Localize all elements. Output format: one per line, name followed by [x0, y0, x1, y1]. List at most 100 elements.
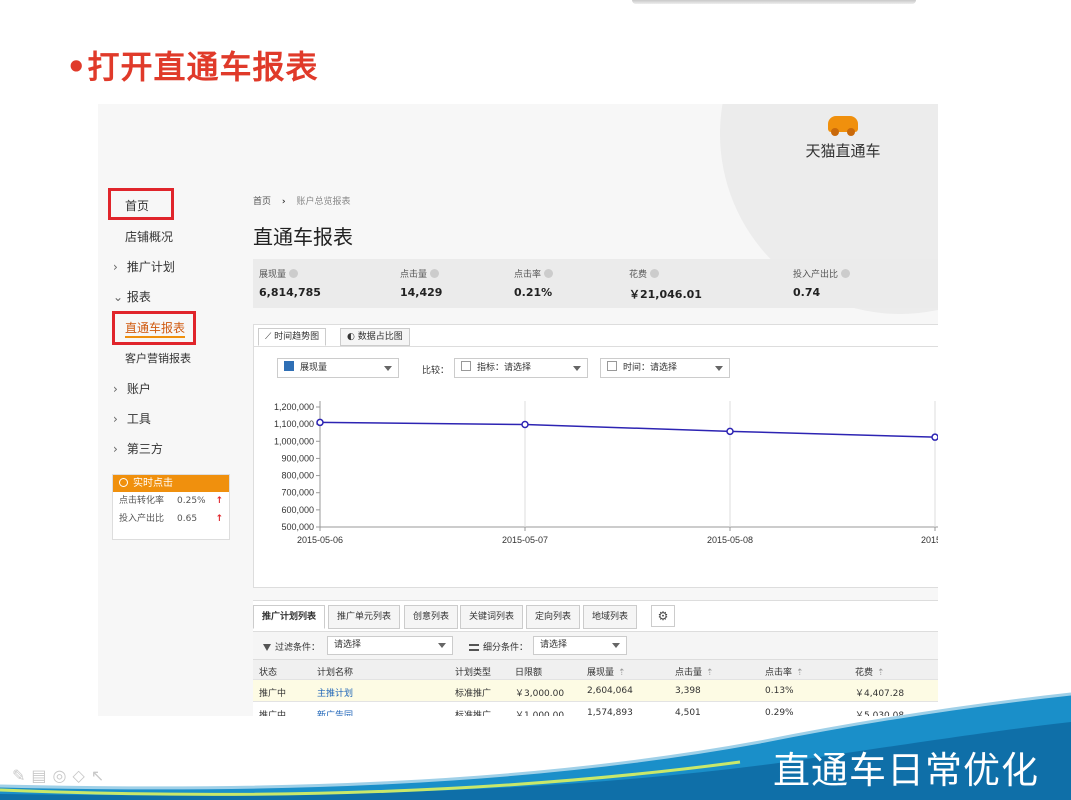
stat-label: 投入产出比	[793, 270, 839, 280]
stat-label: 点击率	[514, 270, 542, 280]
sidebar-item-ztc-report[interactable]: 直通车报表	[125, 319, 186, 338]
segment-select-value: 请选择	[540, 640, 568, 650]
series-color-swatch	[284, 361, 294, 371]
sidebar-item-home[interactable]: 首页	[125, 197, 149, 214]
sidebar-item-third-party[interactable]: › 第三方	[113, 440, 163, 457]
column-header: 状态	[259, 668, 278, 678]
realtime-card[interactable]: 实时点击 点击转化率 0.25% ↑ 投入产出比 0.65 ↑	[112, 474, 230, 540]
brand-logo[interactable]: 天猫直通车	[798, 114, 888, 161]
realtime-value: 0.65	[177, 514, 198, 524]
tab-data-share[interactable]: ◐ 数据占比图	[340, 328, 410, 346]
column-header-sortable[interactable]: 点击量 ⇡	[675, 665, 714, 678]
breadcrumb-current: 账户总览报表	[296, 197, 351, 207]
sidebar-item-label: 首页	[125, 199, 150, 213]
caret-down-icon	[715, 366, 723, 371]
pointer-icon[interactable]: ↖	[91, 766, 110, 785]
stat-value: 0.74	[793, 286, 821, 299]
tab-region-list[interactable]: 地域列表	[583, 605, 638, 629]
sidebar-item-label: 推广计划	[126, 260, 175, 274]
time-select[interactable]: 时间：请选择	[600, 358, 730, 378]
help-icon[interactable]	[544, 269, 554, 278]
compare-label: 比较：	[422, 366, 450, 376]
breadcrumb-home[interactable]: 首页	[253, 197, 271, 207]
realtime-label: 点击转化率	[119, 496, 165, 506]
filter-label: 过滤条件：	[263, 640, 320, 653]
chart-panel: ⟋ 时间趋势图 ◐ 数据占比图 展现量 比较： 指标：请选择 时间：请选择 1,…	[253, 324, 938, 588]
sidebar-item-store-overview[interactable]: 店铺概况	[125, 228, 173, 245]
chevron-down-icon: ⌄	[113, 290, 124, 304]
breadcrumb: 首页 › 账户总览报表	[253, 194, 351, 207]
column-header-sortable[interactable]: 花费 ⇡	[855, 665, 885, 678]
realtime-row: 点击转化率 0.25% ↑	[113, 492, 229, 510]
sidebar-item-account[interactable]: › 账户	[113, 380, 151, 397]
column-header-sortable[interactable]: 点击率 ⇡	[765, 665, 804, 678]
sidebar-item-reports[interactable]: ⌄ 报表	[113, 288, 151, 305]
column-header-label: 展现量	[587, 668, 615, 678]
stat-clicks: 点击量 14,429	[400, 267, 442, 299]
filter-icon	[263, 644, 271, 651]
sidebar-item-label: 直通车报表	[125, 321, 186, 338]
sidebar-item-customer-report[interactable]: 客户营销报表	[125, 350, 191, 366]
chevron-right-icon: ›	[113, 260, 118, 274]
tab-label: 地域列表	[592, 612, 629, 622]
sidebar-item-label: 工具	[126, 412, 151, 426]
pen-toolbar[interactable]: ✎▤◎◇↖	[12, 766, 110, 785]
eraser-icon[interactable]: ◇	[73, 766, 91, 785]
tab-keyword-list[interactable]: 关键词列表	[460, 605, 524, 629]
stat-value: 0.21%	[514, 286, 553, 299]
highlighter-icon[interactable]: ◎	[53, 766, 73, 785]
indicator-select[interactable]: 指标：请选择	[454, 358, 588, 378]
tab-divider	[254, 346, 938, 347]
caret-down-icon	[438, 643, 446, 648]
stat-label: 点击量	[400, 270, 428, 280]
sidebar-item-tools[interactable]: › 工具	[113, 410, 151, 427]
tab-targeting-list[interactable]: 定向列表	[526, 605, 581, 629]
y-tick-label: 600,000	[281, 505, 314, 515]
segment-select[interactable]: 请选择	[533, 636, 627, 655]
checkbox[interactable]	[607, 361, 617, 371]
slide-title: •打开直通车报表	[66, 48, 319, 86]
gear-icon[interactable]: ⚙	[651, 605, 675, 627]
tab-campaign-list[interactable]: 推广计划列表	[253, 605, 326, 629]
stat-ctr: 点击率 0.21%	[514, 267, 554, 299]
column-header-sortable[interactable]: 展现量 ⇡	[587, 665, 626, 678]
pen-icon[interactable]: ✎	[12, 766, 31, 785]
chevron-right-icon: ›	[281, 197, 286, 207]
time-select-value: 时间：请选择	[623, 363, 678, 373]
stats-bar: 展现量 6,814,785 点击量 14,429 点击率 0.21% 花费 ￥2…	[253, 259, 938, 308]
slide: •打开直通车报表 天猫直通车 首页 店铺概况 › 推广计划 ⌄ 报表 直通车报表…	[0, 0, 1071, 800]
stat-value: 6,814,785	[259, 286, 321, 299]
y-tick-label: 800,000	[281, 471, 314, 481]
sidebar-item-label: 报表	[126, 290, 151, 304]
column-header: 计划名称	[317, 668, 354, 678]
tab-label: 创意列表	[413, 612, 450, 622]
tab-time-trend[interactable]: ⟋ 时间趋势图	[258, 328, 327, 346]
filter-bar: 过滤条件： 请选择 细分条件： 请选择	[253, 631, 938, 659]
chevron-right-icon: ›	[113, 412, 118, 426]
page-icon[interactable]: ▤	[31, 766, 52, 785]
data-point	[316, 418, 324, 427]
y-tick-label: 1,100,000	[274, 419, 314, 429]
y-tick-label: 1,200,000	[274, 402, 314, 412]
help-icon[interactable]	[650, 269, 660, 278]
help-icon[interactable]	[841, 269, 851, 278]
realtime-row: 投入产出比 0.65 ↑	[113, 510, 229, 528]
sort-icon: ⇡	[706, 668, 714, 678]
list-icon	[469, 644, 479, 651]
sidebar-item-label: 第三方	[126, 442, 163, 456]
car-icon	[828, 114, 858, 136]
line-chart-icon: ⟋	[265, 332, 275, 342]
filter-select[interactable]: 请选择	[327, 636, 453, 655]
trend-line-chart: 1,200,000 1,100,000 1,000,000 900,000 800,00…	[274, 401, 938, 545]
segment-label-text: 细分条件：	[483, 643, 529, 653]
metric-select[interactable]: 展现量	[277, 358, 399, 378]
checkbox[interactable]	[461, 361, 471, 371]
filter-label-text: 过滤条件：	[275, 643, 321, 653]
realtime-value: 0.25%	[177, 496, 206, 506]
tab-creative-list[interactable]: 创意列表	[404, 605, 459, 629]
tab-unit-list[interactable]: 推广单元列表	[328, 605, 401, 629]
y-tick-label: 900,000	[281, 453, 314, 463]
help-icon[interactable]	[289, 269, 299, 278]
sidebar-item-campaigns[interactable]: › 推广计划	[113, 258, 175, 275]
help-icon[interactable]	[430, 269, 440, 278]
